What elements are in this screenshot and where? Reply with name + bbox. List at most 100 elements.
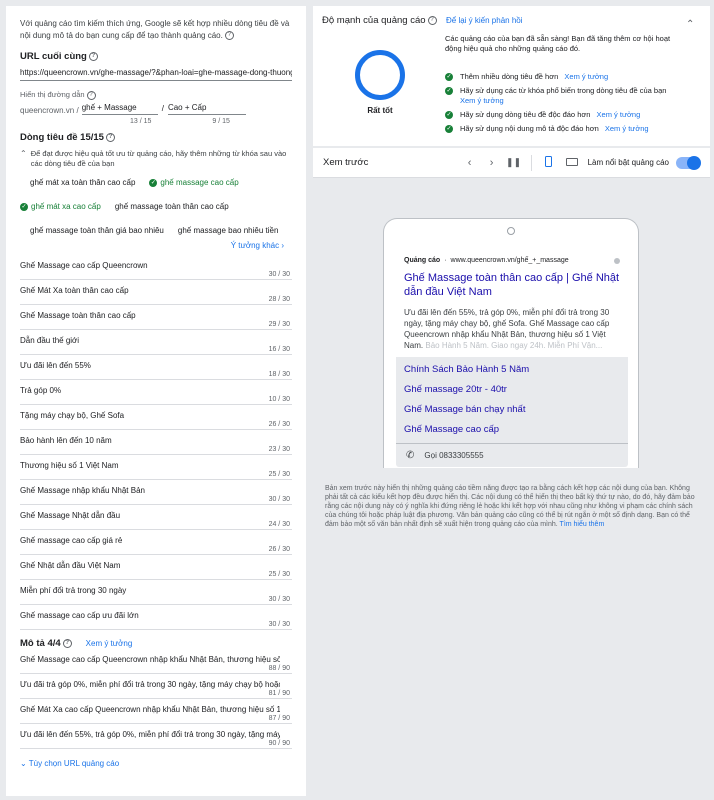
pause-icon[interactable]: ❚❚ [503, 157, 525, 168]
desktop-icon[interactable] [560, 157, 584, 168]
chevron-left-icon[interactable]: ‹ [459, 157, 481, 169]
help-icon[interactable]: ? [224, 31, 234, 41]
headline-input[interactable]: Ưu đãi lên đến 55% [20, 361, 91, 370]
see-ideas-link[interactable]: Xem ý tưởng [605, 124, 649, 133]
help-icon[interactable]: ? [86, 90, 96, 100]
headline-input[interactable]: Thương hiệu số 1 Việt Nam [20, 461, 119, 470]
headline-row[interactable]: Thương hiệu số 1 Việt Nam 25 / 30 [20, 455, 292, 480]
description-row[interactable]: Ghế Massage cao cấp Queencrown nhập khẩu… [20, 649, 292, 674]
mobile-icon[interactable] [538, 156, 560, 169]
headline-input[interactable]: Dẫn đầu thế giới [20, 336, 79, 345]
headline-row[interactable]: Dẫn đầu thế giới 16 / 30 [20, 330, 292, 355]
headline-input[interactable]: Bảo hành lên đến 10 năm [20, 436, 112, 445]
ad-headline[interactable]: Ghế Massage toàn thân cao cấp | Ghế Nhật… [404, 271, 620, 299]
strength-rating: Rất tốt [367, 106, 393, 115]
see-ideas-link[interactable]: Xem ý tưởng [460, 96, 504, 105]
headline-input[interactable]: Miễn phí đổi trả trong 30 ngày [20, 586, 126, 595]
desc-ideas-link[interactable]: Xem ý tưởng [86, 639, 133, 648]
char-count: 24 / 30 [268, 520, 290, 528]
headline-row[interactable]: Ghế Massage toàn thân cao cấp 29 / 30 [20, 305, 292, 330]
headline-row[interactable]: Ghế Nhật dẫn đầu Việt Nam 25 / 30 [20, 555, 292, 580]
chevron-right-icon[interactable]: › [481, 157, 503, 169]
headline-input[interactable]: Ghế massage cao cấp ưu đãi lớn [20, 611, 139, 620]
headline-row[interactable]: Ghế Mát Xa toàn thân cao cấp 28 / 30 [20, 280, 292, 305]
description-row[interactable]: Ghế Mát Xa cao cấp Queencrown nhập khẩu … [20, 699, 292, 724]
headline-input[interactable]: Trả góp 0% [20, 386, 61, 395]
description-row[interactable]: Ưu đãi trả góp 0%, miễn phí đổi trả tron… [20, 674, 292, 699]
final-url-label: URL cuối cùng? [20, 51, 292, 62]
more-ideas-link[interactable]: Ý tưởng khác › [30, 241, 292, 255]
char-count: 30 / 30 [268, 495, 290, 503]
path2-input[interactable]: Cao + Cấp [167, 102, 246, 115]
feedback-link[interactable]: Để lại ý kiến phản hồi [446, 16, 523, 25]
final-url-input[interactable]: https://queencrown.vn/ghe-massage/?&phan… [20, 68, 292, 81]
chevron-up-icon[interactable]: ⌃ [686, 19, 694, 30]
description-input[interactable]: Ưu đãi lên đến 55%, trả góp 0%, miễn phí… [20, 730, 280, 739]
url-options-toggle[interactable]: ⌄ Tùy chọn URL quảng cáo [20, 759, 292, 768]
keyword-chip[interactable]: ghế massage toàn thân cao cấp [115, 202, 229, 211]
headline-input[interactable]: Ghế Massage cao cấp Queencrown [20, 261, 148, 270]
sitelink[interactable]: Ghế massage 20tr - 40tr [396, 379, 628, 399]
headline-row[interactable]: Ghế Massage cao cấp Queencrown 30 / 30 [20, 255, 292, 280]
call-extension[interactable]: ✆ Gọi 0833305555 [396, 443, 628, 467]
help-icon[interactable]: ? [427, 15, 437, 25]
headline-input[interactable]: Tặng máy chạy bộ, Ghế Sofa [20, 411, 124, 420]
strength-item: ✓ Hãy sử dụng dòng tiêu đề độc đáo hơn Xe… [445, 110, 641, 119]
headline-row[interactable]: Trả góp 0% 10 / 30 [20, 380, 292, 405]
help-icon[interactable]: ? [62, 638, 72, 648]
check-icon: ✓ [20, 202, 28, 211]
sitelink[interactable]: Ghế Massage cao cấp [396, 419, 628, 439]
char-count: 23 / 30 [268, 445, 290, 453]
learn-more-link[interactable]: Tìm hiểu thêm [560, 521, 605, 528]
call-text: Gọi 0833305555 [424, 451, 484, 460]
keyword-chip[interactable]: ghế mát xa toàn thân cao cấp [30, 178, 135, 187]
headline-input[interactable]: Ghế Nhật dẫn đầu Việt Nam [20, 561, 120, 570]
description-input[interactable]: Ghế Mát Xa cao cấp Queencrown nhập khẩu … [20, 705, 280, 714]
keyword-chip-added[interactable]: ✓ ghế massage cao cấp [149, 178, 239, 187]
headline-row[interactable]: Tặng máy chạy bộ, Ghế Sofa 26 / 30 [20, 405, 292, 430]
char-count: 30 / 30 [268, 595, 290, 603]
char-count: 29 / 30 [268, 320, 290, 328]
headline-input[interactable]: Ghế Massage Nhật dẫn đầu [20, 511, 120, 520]
highlight-toggle[interactable] [676, 155, 701, 170]
sitelink[interactable]: Chính Sách Bảo Hành 5 Năm [396, 359, 628, 379]
headline-input[interactable]: Ghế massage cao cấp giá rẻ [20, 536, 122, 545]
info-icon[interactable] [614, 257, 620, 264]
headline-row[interactable]: Ghế massage cao cấp giá rẻ 26 / 30 [20, 530, 292, 555]
keyword-chip-added[interactable]: ✓ ghế mát xa cao cấp [20, 202, 101, 211]
headline-row[interactable]: Bảo hành lên đến 10 năm 23 / 30 [20, 430, 292, 455]
ad-display-url: www.queencrown.vn/ghế_+_massage [450, 257, 569, 264]
headline-input[interactable]: Ghế Massage toàn thân cao cấp [20, 311, 136, 320]
strength-ring [355, 50, 405, 100]
description-input[interactable]: Ghế Massage cao cấp Queencrown nhập khẩu… [20, 655, 280, 664]
ad-label: Quảng cáo [404, 257, 441, 264]
description-input[interactable]: Ưu đãi trả góp 0%, miễn phí đổi trả tron… [20, 680, 280, 689]
ad-editor-panel: Với quảng cáo tìm kiếm thích ứng, Google… [6, 6, 306, 796]
preview-toolbar: Xem trước ‹ › ❚❚ Làm nổi bật quảng cáo [313, 148, 710, 178]
headline-row[interactable]: Miễn phí đổi trả trong 30 ngày 30 / 30 [20, 580, 292, 605]
keyword-chip[interactable]: ghế massage toàn thân giá bao nhiêu [30, 226, 164, 235]
headline-row[interactable]: Ghế Massage nhập khẩu Nhật Bản 30 / 30 [20, 480, 292, 505]
char-count: 26 / 30 [268, 545, 290, 553]
check-icon: ✓ [445, 73, 453, 81]
char-count: 30 / 30 [268, 620, 290, 628]
description-row[interactable]: Ưu đãi lên đến 55%, trả góp 0%, miễn phí… [20, 724, 292, 749]
help-icon[interactable]: ? [88, 51, 98, 61]
see-ideas-link[interactable]: Xem ý tưởng [564, 72, 608, 81]
keyword-tip: ⌃ Để đạt được hiệu quả tốt ưu từ quảng c… [20, 149, 292, 169]
chevron-up-icon[interactable]: ⌃ [20, 149, 27, 169]
headline-input[interactable]: Ghế Massage nhập khẩu Nhật Bản [20, 486, 145, 495]
check-icon: ✓ [445, 125, 453, 133]
headline-list: Ghế Massage cao cấp Queencrown 30 / 30 Ghế… [20, 255, 292, 630]
headline-row[interactable]: Ưu đãi lên đến 55% 18 / 30 [20, 355, 292, 380]
headline-input[interactable]: Ghế Mát Xa toàn thân cao cấp [20, 286, 129, 295]
see-ideas-link[interactable]: Xem ý tưởng [597, 110, 641, 119]
help-icon[interactable]: ? [105, 132, 115, 142]
preview-disclaimer: Bản xem trước này hiển thị những quảng c… [325, 485, 695, 528]
highlight-label: Làm nổi bật quảng cáo [587, 158, 669, 167]
headline-row[interactable]: Ghế Massage Nhật dẫn đầu 24 / 30 [20, 505, 292, 530]
path1-input[interactable]: ghế + Massage [81, 102, 158, 115]
sitelink[interactable]: Ghế Massage bán chạy nhất [396, 399, 628, 419]
headline-row[interactable]: Ghế massage cao cấp ưu đãi lớn 30 / 30 [20, 605, 292, 630]
keyword-chip[interactable]: ghế massage bao nhiêu tiền [178, 226, 279, 235]
